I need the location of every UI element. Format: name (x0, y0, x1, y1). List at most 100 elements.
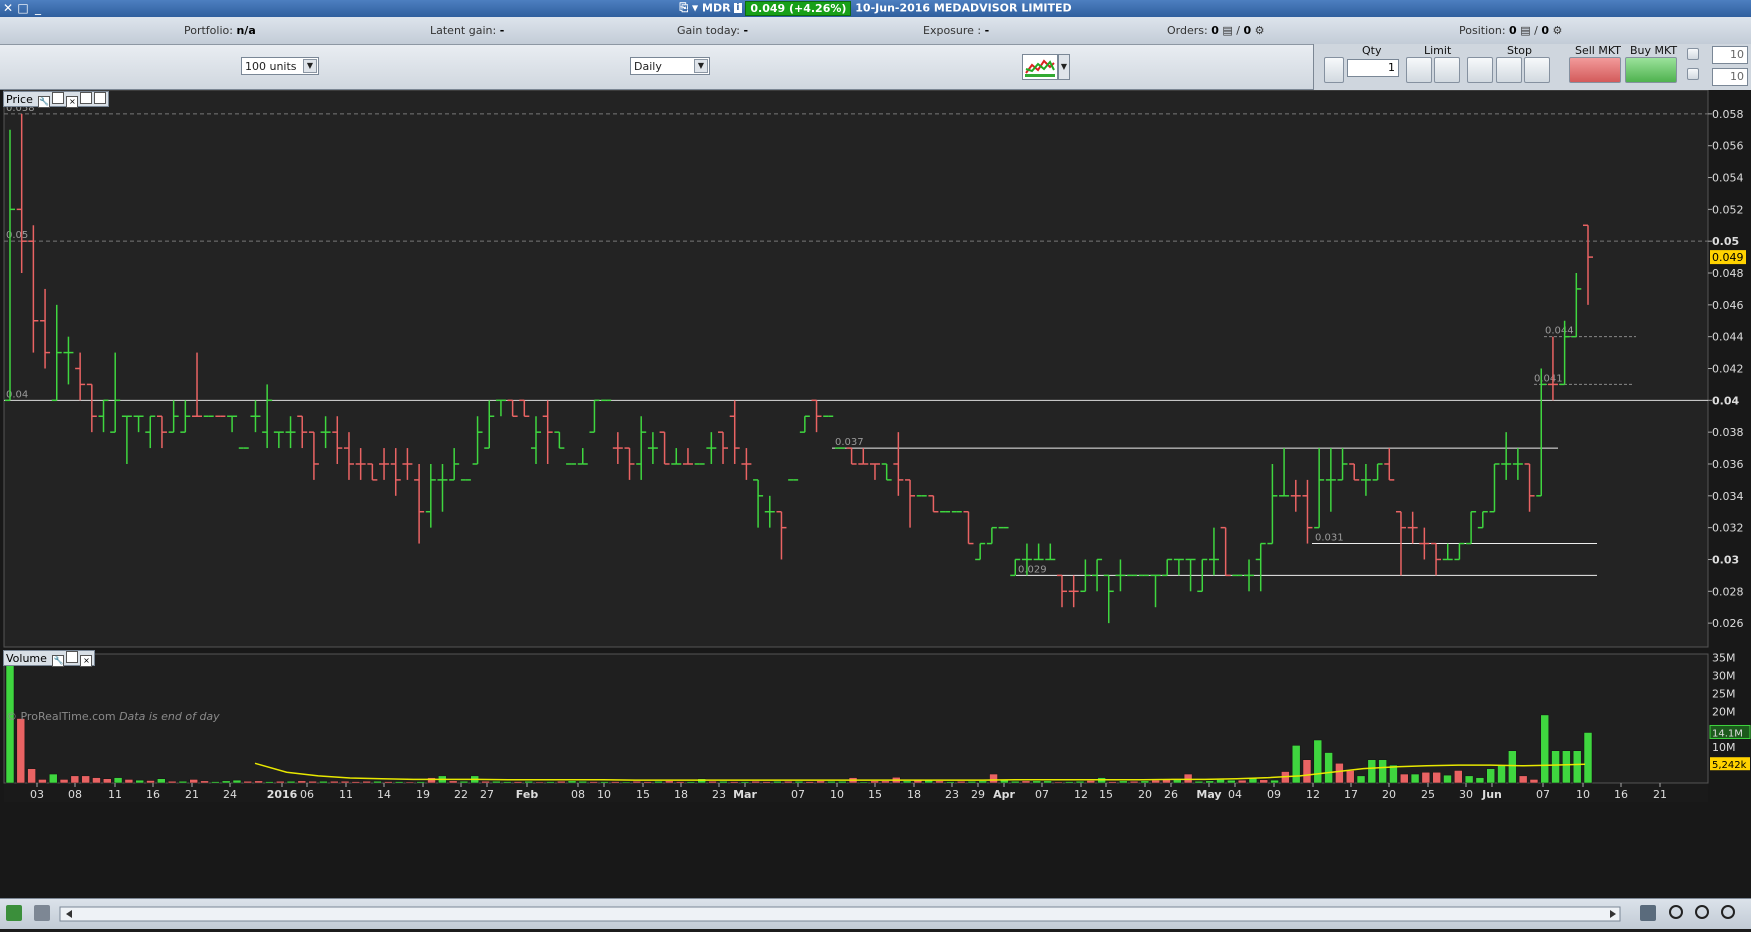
volume-bar (1562, 750, 1571, 784)
refresh-icon[interactable] (6, 905, 22, 921)
horizontal-scrollbar[interactable] (59, 906, 1621, 922)
volume-bar (1421, 772, 1431, 784)
volume-panel-tab[interactable]: Volume 🔧 × (3, 650, 96, 667)
volume-bar (1443, 774, 1452, 784)
volume-bar (1270, 779, 1279, 784)
draw-tool-icon[interactable] (1640, 905, 1656, 921)
volume-bar (1432, 772, 1441, 784)
volume-bar (416, 781, 425, 784)
paste-icon[interactable] (94, 92, 107, 104)
price-panel-label: Price (6, 93, 33, 106)
volume-bar (1140, 780, 1150, 784)
x-tick-label: 25 (1421, 788, 1435, 801)
volume-bar (783, 780, 793, 784)
zoom-in-icon[interactable] (1721, 905, 1735, 919)
volume-tick-label: 25M (1712, 687, 1736, 700)
volume-bar (729, 781, 739, 784)
position-info[interactable]: Position: 0 ▤ / 0 ⚙ (1459, 24, 1562, 37)
window-icon[interactable] (52, 92, 65, 104)
volume-bar (1064, 781, 1074, 784)
window-icon[interactable] (66, 651, 79, 663)
price-volume-chart[interactable]: 0.026 0.028 0.03 0.032 0.034 0.036 0.038 0.04 0.… (0, 89, 1751, 898)
limit-buy-button[interactable] (1406, 57, 1432, 83)
volume-bar (1216, 779, 1225, 784)
volume-bar (1129, 780, 1139, 784)
x-tick-label: 15 (636, 788, 650, 801)
volume-bar (492, 780, 501, 784)
volume-bar (621, 781, 631, 784)
anchor-icon[interactable] (34, 905, 50, 921)
volume-bar (643, 781, 652, 784)
exposure-info: Exposure : - (923, 24, 990, 37)
price-tick-label: 0.04 (1712, 394, 1739, 407)
sell-mkt-button[interactable] (1569, 57, 1621, 83)
volume-bar (632, 780, 642, 784)
volume-bar (1335, 763, 1344, 784)
limit-sell-button[interactable] (1434, 57, 1460, 83)
chevron-down-icon[interactable]: ▼ (692, 4, 698, 13)
stop-button-2[interactable] (1496, 57, 1522, 83)
volume-bar (221, 780, 231, 784)
checkbox-1[interactable] (1687, 48, 1699, 60)
chevron-down-icon: ▼ (694, 59, 708, 73)
level-annotation: 0.031 (1315, 533, 1344, 544)
volume-bar (70, 775, 80, 784)
chart-type-icon (1025, 59, 1055, 77)
field-input-2[interactable]: 10 (1712, 68, 1748, 86)
stop-label: Stop (1507, 44, 1533, 57)
stop-button-3[interactable] (1524, 57, 1550, 83)
chart-type-button[interactable] (1022, 54, 1058, 80)
zoom-fit-icon[interactable] (1669, 905, 1683, 919)
units-select[interactable]: 100 units ▼ (241, 57, 319, 75)
x-tick-label: 11 (339, 788, 353, 801)
info-icon[interactable]: i (734, 3, 742, 13)
wrench-icon[interactable]: 🔧 (38, 96, 51, 108)
price-tick-label: 0.056 (1712, 140, 1744, 153)
qty-input[interactable]: 1 (1347, 59, 1399, 77)
volume-bar (405, 781, 415, 784)
volume-bar (989, 773, 998, 784)
orders-info[interactable]: Orders: 0 ▤ / 0 ⚙ (1167, 24, 1265, 37)
zoom-out-icon[interactable] (1695, 905, 1709, 919)
x-tick-label: 26 (1164, 788, 1178, 801)
buy-mkt-button[interactable] (1625, 57, 1677, 83)
period-select[interactable]: Daily ▼ (630, 57, 710, 75)
checkbox-2[interactable] (1687, 68, 1699, 80)
portfolio-info-bar: Portfolio: n/a Latent gain: - Gain today… (0, 17, 1751, 45)
volume-bar (189, 779, 198, 784)
chart-type-dropdown[interactable]: ▼ (1058, 54, 1070, 80)
wrench-icon[interactable] (1324, 57, 1344, 83)
volume-bar (827, 780, 836, 784)
volume-bar (740, 781, 750, 784)
price-tick-label: 0.046 (1712, 299, 1744, 312)
copy-icon[interactable] (80, 92, 93, 104)
volume-panel-label: Volume (6, 652, 47, 665)
volume-bar (513, 781, 523, 784)
ticker-symbol[interactable]: MDR (702, 2, 731, 15)
stop-button-1[interactable] (1467, 57, 1493, 83)
x-tick-label: 22 (454, 788, 468, 801)
volume-bar (686, 781, 696, 784)
volume-bar (1324, 752, 1333, 784)
volume-bar (524, 780, 534, 784)
volume-bar (1227, 779, 1236, 784)
volume-bar (448, 780, 458, 784)
close-icon[interactable]: × (66, 96, 79, 108)
volume-tick-label: 20M (1712, 705, 1736, 718)
x-tick-label: 03 (30, 788, 44, 801)
wrench-icon[interactable]: 🔧 (52, 655, 65, 667)
price-panel-tab[interactable]: Price 🔧 × (3, 91, 110, 108)
x-tick-label: 20 (1382, 788, 1396, 801)
volume-bar (956, 780, 966, 784)
x-tick-label: 10 (830, 788, 844, 801)
volume-bar (859, 781, 869, 784)
x-axis-band (4, 784, 1708, 802)
volume-bar (967, 780, 977, 784)
price-tick-label: 0.032 (1712, 522, 1744, 535)
close-icon[interactable]: × (80, 655, 93, 667)
field-input-1[interactable]: 10 (1712, 46, 1748, 64)
volume-bar (1367, 759, 1377, 784)
last-volume-label: 14.1M (1712, 728, 1743, 739)
link-icon[interactable]: ⎘ (679, 1, 688, 14)
level-annotation: 0.044 (1545, 326, 1574, 337)
